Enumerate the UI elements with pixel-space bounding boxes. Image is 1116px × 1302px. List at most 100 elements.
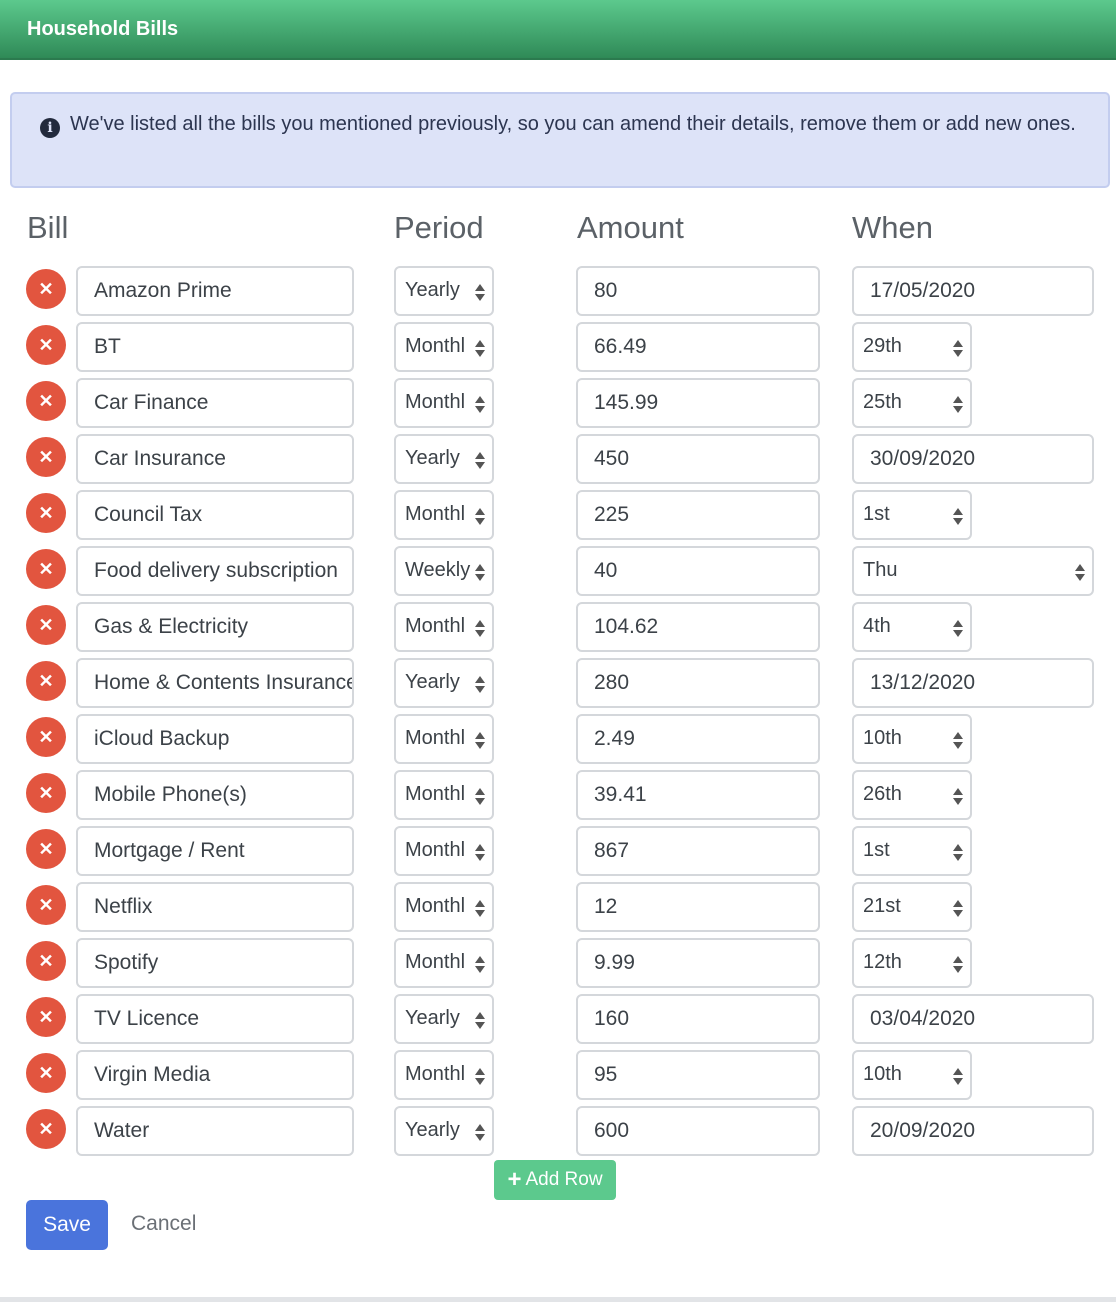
period-select[interactable]: Monthl [394,322,494,372]
amount-input[interactable]: 280 [576,658,820,708]
when-day-select[interactable]: 10th [852,1050,972,1100]
chevron-up-icon [475,899,485,907]
bill-name-input[interactable]: Amazon Prime [76,266,354,316]
remove-row-button[interactable]: ✕ [26,997,66,1037]
remove-row-button[interactable]: ✕ [26,661,66,701]
when-day-select[interactable]: 4th [852,602,972,652]
save-button[interactable]: Save [26,1200,108,1250]
remove-row-button[interactable]: ✕ [26,773,66,813]
remove-row-button[interactable]: ✕ [26,1053,66,1093]
period-select[interactable]: Monthl [394,770,494,820]
amount-input[interactable]: 80 [576,266,820,316]
period-select[interactable]: Monthl [394,378,494,428]
chevron-down-icon [475,1133,485,1141]
bill-name-input[interactable]: Council Tax [76,490,354,540]
period-select[interactable]: Monthl [394,602,494,652]
chevron-down-icon [953,1077,963,1085]
when-weekday-select[interactable]: Thu [852,546,1094,596]
period-select[interactable]: Yearly [394,994,494,1044]
select-arrows-icon [952,504,964,528]
bill-name-input[interactable]: Gas & Electricity [76,602,354,652]
bill-row: ✕ TV Licence Yearly 160 03/04/2020 [0,994,1116,1046]
when-date-input[interactable]: 03/04/2020 [852,994,1094,1044]
period-select[interactable]: Monthl [394,938,494,988]
remove-row-button[interactable]: ✕ [26,381,66,421]
remove-row-button[interactable]: ✕ [26,829,66,869]
select-arrows-icon [474,504,486,528]
bill-row: ✕ Food delivery subscription Weekly 40 Thu [0,546,1116,598]
close-icon: ✕ [38,334,54,355]
bill-name-input[interactable]: Spotify [76,938,354,988]
amount-input[interactable]: 600 [576,1106,820,1156]
when-day-select[interactable]: 1st [852,490,972,540]
when-day-select[interactable]: 10th [852,714,972,764]
chevron-up-icon [953,899,963,907]
amount-input[interactable]: 867 [576,826,820,876]
when-date-input[interactable]: 17/05/2020 [852,266,1094,316]
remove-row-button[interactable]: ✕ [26,717,66,757]
amount-input[interactable]: 39.41 [576,770,820,820]
when-day-select[interactable]: 12th [852,938,972,988]
remove-row-button[interactable]: ✕ [26,1109,66,1149]
period-select[interactable]: Yearly [394,658,494,708]
bill-name-input[interactable]: BT [76,322,354,372]
period-select[interactable]: Monthl [394,490,494,540]
bill-name-input[interactable]: TV Licence [76,994,354,1044]
amount-input[interactable]: 9.99 [576,938,820,988]
period-select[interactable]: Weekly [394,546,494,596]
chevron-down-icon [475,685,485,693]
chevron-down-icon [475,293,485,301]
when-day-select[interactable]: 26th [852,770,972,820]
bill-name-input[interactable]: iCloud Backup [76,714,354,764]
bill-name-input[interactable]: Car Insurance [76,434,354,484]
amount-input[interactable]: 104.62 [576,602,820,652]
amount-input[interactable]: 145.99 [576,378,820,428]
remove-row-button[interactable]: ✕ [26,941,66,981]
bill-name-input[interactable]: Mortgage / Rent [76,826,354,876]
when-day-select[interactable]: 21st [852,882,972,932]
chevron-down-icon [953,405,963,413]
amount-input[interactable]: 160 [576,994,820,1044]
period-select[interactable]: Yearly [394,1106,494,1156]
amount-input[interactable]: 66.49 [576,322,820,372]
period-select[interactable]: Yearly [394,266,494,316]
when-day-select[interactable]: 1st [852,826,972,876]
remove-row-button[interactable]: ✕ [26,437,66,477]
plus-icon: + [507,1166,522,1193]
bill-name-input[interactable]: Car Finance [76,378,354,428]
chevron-down-icon [475,909,485,917]
period-value: Yearly [405,279,460,301]
cancel-button[interactable]: Cancel [131,1212,196,1236]
chevron-down-icon [475,349,485,357]
amount-input[interactable]: 225 [576,490,820,540]
bill-row: ✕ Council Tax Monthl 225 1st [0,490,1116,542]
bill-name-input[interactable]: Food delivery subscription [76,546,354,596]
remove-row-button[interactable]: ✕ [26,269,66,309]
add-row-button[interactable]: + Add Row [494,1160,616,1200]
amount-input[interactable]: 450 [576,434,820,484]
remove-row-button[interactable]: ✕ [26,549,66,589]
remove-row-button[interactable]: ✕ [26,325,66,365]
period-select[interactable]: Monthl [394,826,494,876]
bill-name-input[interactable]: Netflix [76,882,354,932]
when-day-select[interactable]: 29th [852,322,972,372]
remove-row-button[interactable]: ✕ [26,605,66,645]
when-date-input[interactable]: 30/09/2020 [852,434,1094,484]
amount-input[interactable]: 40 [576,546,820,596]
bill-name-input[interactable]: Water [76,1106,354,1156]
amount-input[interactable]: 95 [576,1050,820,1100]
when-date-input[interactable]: 20/09/2020 [852,1106,1094,1156]
remove-row-button[interactable]: ✕ [26,885,66,925]
period-select[interactable]: Monthl [394,714,494,764]
period-select[interactable]: Monthl [394,1050,494,1100]
bill-name-input[interactable]: Home & Contents Insurance [76,658,354,708]
when-day-select[interactable]: 25th [852,378,972,428]
period-select[interactable]: Monthl [394,882,494,932]
amount-input[interactable]: 12 [576,882,820,932]
bill-name-input[interactable]: Virgin Media [76,1050,354,1100]
amount-input[interactable]: 2.49 [576,714,820,764]
bill-name-input[interactable]: Mobile Phone(s) [76,770,354,820]
period-select[interactable]: Yearly [394,434,494,484]
remove-row-button[interactable]: ✕ [26,493,66,533]
when-date-input[interactable]: 13/12/2020 [852,658,1094,708]
